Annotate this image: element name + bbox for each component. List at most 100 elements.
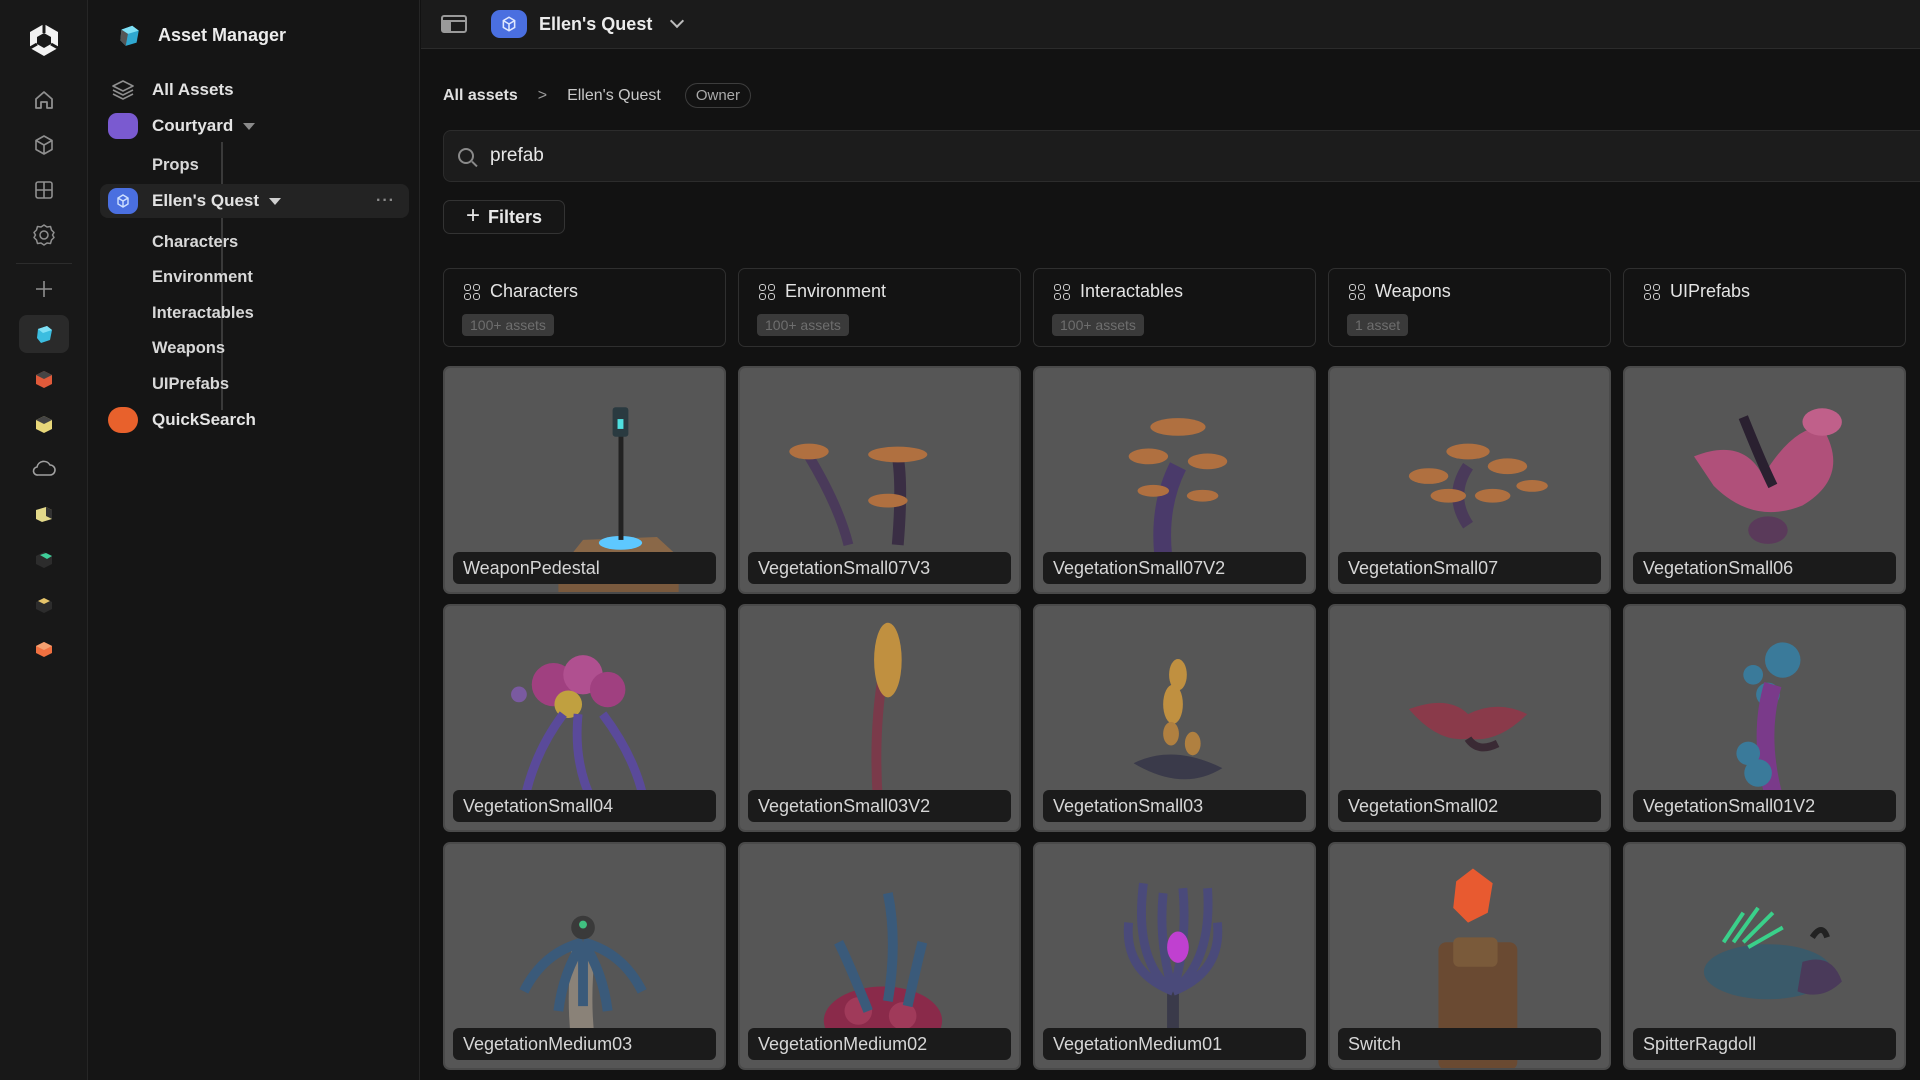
asset-card[interactable]: Switch xyxy=(1328,842,1611,1070)
rail-app-green-button[interactable] xyxy=(19,540,69,578)
asset-manager-logo-icon xyxy=(120,25,139,46)
rail-assets-button[interactable] xyxy=(19,126,69,164)
collection-card[interactable]: Interactables 100+ assets xyxy=(1033,268,1316,347)
project-selector[interactable]: Ellen's Quest xyxy=(491,10,685,38)
courtyard-project-icon xyxy=(108,113,138,139)
app-cube-green-icon xyxy=(36,552,52,568)
cloud-icon xyxy=(32,460,56,476)
asset-name-label: VegetationSmall03V2 xyxy=(748,790,1011,822)
breadcrumb-current[interactable]: Ellen's Quest xyxy=(567,87,661,105)
chevron-down-icon xyxy=(670,13,685,29)
asset-card[interactable]: VegetationSmall03V2 xyxy=(738,604,1021,832)
collection-count-badge: 1 asset xyxy=(1347,314,1409,336)
sidebar-item-all-assets[interactable]: All Assets xyxy=(100,73,409,107)
project-selector-label: Ellen's Quest xyxy=(539,13,653,34)
asset-name-label: VegetationMedium02 xyxy=(748,1028,1011,1060)
toggle-sidebar-icon[interactable] xyxy=(441,15,467,33)
sidebar-item-label: Props xyxy=(152,155,199,174)
asset-name: VegetationSmall07V3 xyxy=(758,557,931,578)
collection-label: Environment xyxy=(785,281,887,301)
sidebar-project-courtyard[interactable]: Courtyard xyxy=(100,109,409,143)
breadcrumb: All assets > Ellen's Quest Owner xyxy=(443,83,752,108)
sidebar-project-ellens-quest[interactable]: Ellen's Quest ··· xyxy=(100,184,409,218)
asset-name: VegetationSmall03V2 xyxy=(758,795,931,816)
asset-card[interactable]: VegetationMedium01 xyxy=(1033,842,1316,1070)
collection-card[interactable]: UIPrefabs xyxy=(1623,268,1906,347)
collection-title: Interactables xyxy=(1054,281,1183,302)
collection-grid-icon xyxy=(759,283,775,300)
rail-grid-button[interactable] xyxy=(19,171,69,209)
filters-button[interactable]: + Filters xyxy=(443,200,565,234)
breadcrumb-all-assets[interactable]: All assets xyxy=(443,87,518,105)
search-input[interactable] xyxy=(490,145,1790,167)
rail-app-yellow-button[interactable] xyxy=(19,405,69,443)
asset-name: SpitterRagdoll xyxy=(1643,1033,1757,1054)
asset-card[interactable]: VegetationSmall01V2 xyxy=(1623,604,1906,832)
asset-name: VegetationSmall01V2 xyxy=(1643,795,1816,816)
sidebar-item-interactables[interactable]: Interactables xyxy=(100,296,409,330)
asset-card[interactable]: SpitterRagdoll xyxy=(1623,842,1906,1070)
collection-title: Characters xyxy=(464,281,578,302)
asset-card[interactable]: VegetationSmall04 xyxy=(443,604,726,832)
rail-app-dark-button[interactable] xyxy=(19,585,69,623)
asset-card[interactable]: VegetationSmall02 xyxy=(1328,604,1611,832)
sidebar-item-label: QuickSearch xyxy=(152,410,256,429)
app-cube-pale-yellow-icon xyxy=(36,507,52,522)
sidebar-item-weapons[interactable]: Weapons xyxy=(100,331,409,365)
sidebar-item-environment[interactable]: Environment xyxy=(100,260,409,294)
sidebar: Asset Manager All Assets Courtyard Props… xyxy=(88,0,420,1080)
asset-card[interactable]: VegetationMedium02 xyxy=(738,842,1021,1070)
asset-card[interactable]: VegetationSmall07V2 xyxy=(1033,366,1316,594)
asset-card[interactable]: WeaponPedestal xyxy=(443,366,726,594)
plus-icon: + xyxy=(465,202,480,229)
sidebar-item-label: Weapons xyxy=(152,338,226,357)
rail-cloud-button[interactable] xyxy=(19,450,69,488)
asset-name-label: WeaponPedestal xyxy=(453,552,716,584)
asset-card[interactable]: VegetationSmall07 xyxy=(1328,366,1611,594)
unity-logo-icon[interactable] xyxy=(22,18,66,62)
sidebar-item-characters[interactable]: Characters xyxy=(100,225,409,259)
sidebar-project-quicksearch[interactable]: QuickSearch xyxy=(100,403,409,437)
sidebar-item-label: Ellen's Quest xyxy=(152,191,260,210)
rail-add-button[interactable] xyxy=(19,270,69,308)
asset-name: VegetationSmall07V2 xyxy=(1053,557,1226,578)
asset-card[interactable]: VegetationSmall07V3 xyxy=(738,366,1021,594)
rail-home-button[interactable] xyxy=(19,81,69,119)
asset-card[interactable]: VegetationSmall03 xyxy=(1033,604,1316,832)
rail-asset-manager-button[interactable] xyxy=(19,315,69,353)
rail-app-orange-button[interactable] xyxy=(19,630,69,668)
caret-down-icon[interactable] xyxy=(243,122,256,130)
collection-card[interactable]: Environment 100+ assets xyxy=(738,268,1021,347)
asset-name-label: VegetationMedium03 xyxy=(453,1028,716,1060)
rail-app-pale-yellow-button[interactable] xyxy=(19,495,69,533)
sidebar-item-props[interactable]: Props xyxy=(100,148,409,182)
home-icon xyxy=(35,91,53,109)
caret-down-icon[interactable] xyxy=(269,197,282,205)
search-icon xyxy=(458,148,474,164)
sidebar-item-uiprefabs[interactable]: UIPrefabs xyxy=(100,367,409,401)
app-title-label: Asset Manager xyxy=(158,24,287,45)
asset-name-label: VegetationSmall01V2 xyxy=(1633,790,1896,822)
collection-grid-icon xyxy=(1054,283,1070,300)
collection-label: Characters xyxy=(490,281,579,301)
app-rail xyxy=(0,0,88,1080)
app-cube-red-icon xyxy=(36,371,52,388)
asset-card[interactable]: VegetationMedium03 xyxy=(443,842,726,1070)
rail-settings-button[interactable] xyxy=(19,216,69,254)
asset-name: VegetationSmall06 xyxy=(1643,557,1794,578)
collection-label: Weapons xyxy=(1375,281,1451,301)
asset-card[interactable]: VegetationSmall06 xyxy=(1623,366,1906,594)
asset-name: VegetationMedium02 xyxy=(758,1033,928,1054)
collection-title: Environment xyxy=(759,281,886,302)
rail-app-red-button[interactable] xyxy=(19,360,69,398)
collection-card[interactable]: Characters 100+ assets xyxy=(443,268,726,347)
asset-manager-app-icon xyxy=(37,326,52,343)
collection-card[interactable]: Weapons 1 asset xyxy=(1328,268,1611,347)
asset-name: WeaponPedestal xyxy=(463,557,600,578)
asset-name: VegetationSmall07 xyxy=(1348,557,1499,578)
app-cube-orange-icon xyxy=(36,642,52,657)
grid-icon xyxy=(35,181,53,199)
asset-name-label: VegetationSmall03 xyxy=(1043,790,1306,822)
asset-name-label: VegetationSmall07 xyxy=(1338,552,1601,584)
more-options-button[interactable]: ··· xyxy=(376,192,395,210)
